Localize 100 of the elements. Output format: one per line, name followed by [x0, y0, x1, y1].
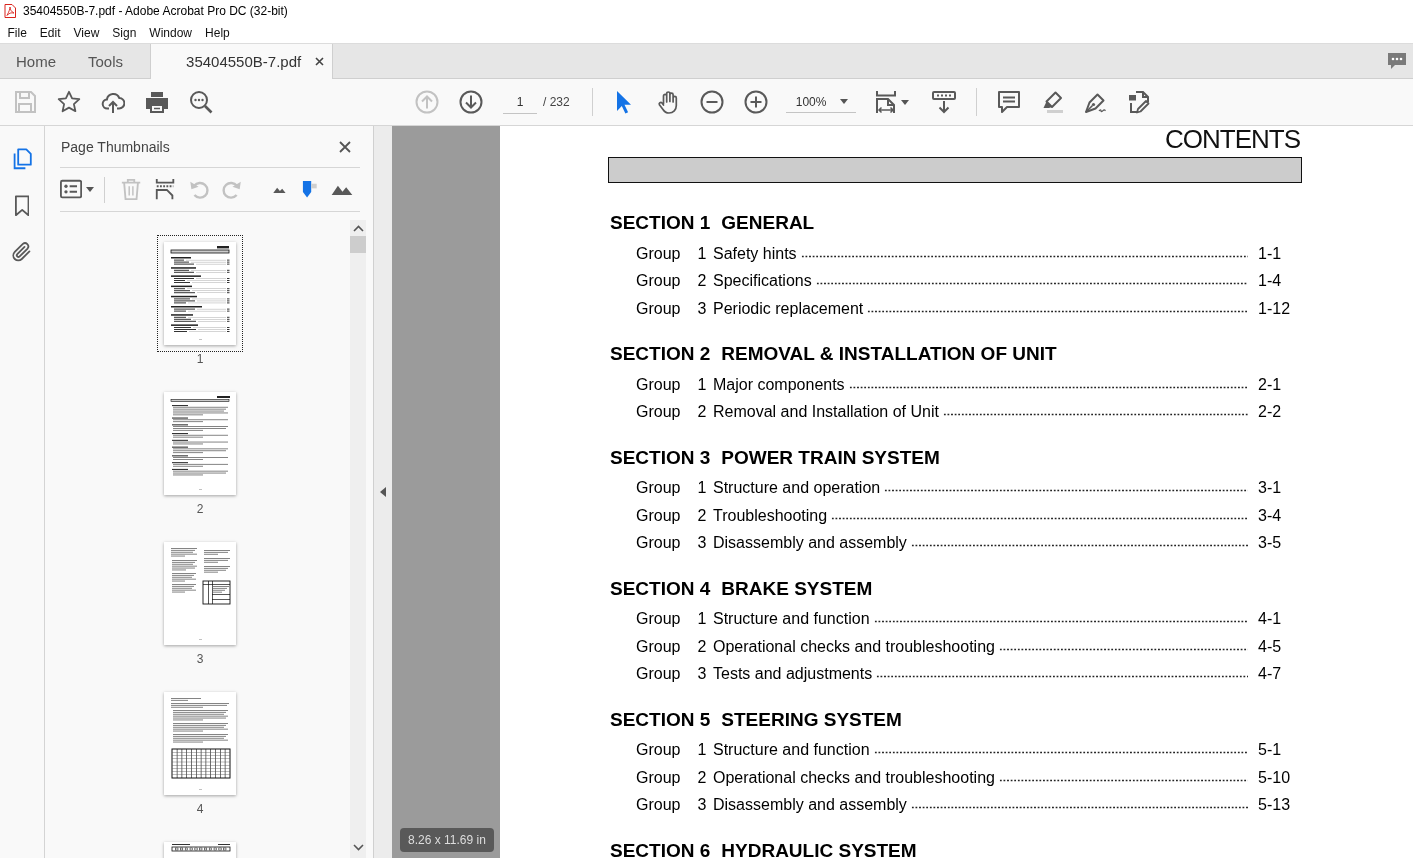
- section-title: POWER TRAIN SYSTEM: [721, 446, 940, 469]
- zoom-out-icon[interactable]: [699, 90, 724, 114]
- group-title: Troubleshooting: [713, 506, 828, 525]
- group-number: 1: [697, 244, 707, 263]
- section-number: SECTION 1: [610, 212, 711, 234]
- group-title: Periodic replacement: [713, 299, 864, 318]
- caret-icon[interactable]: [900, 99, 909, 105]
- page-reference: 1-1: [1258, 244, 1283, 263]
- panel-title: Page Thumbnails: [61, 138, 170, 155]
- page-reference: 2-1: [1258, 375, 1283, 394]
- star-icon[interactable]: [57, 90, 81, 114]
- page-width-icon[interactable]: [873, 90, 898, 114]
- cloud-upload-icon[interactable]: [101, 90, 125, 114]
- page-count: / 232: [543, 95, 570, 109]
- group-label: Group: [636, 768, 682, 787]
- chevron-up-icon[interactable]: [352, 225, 364, 232]
- section-number: SECTION 3: [610, 446, 711, 469]
- scroll-mode-icon[interactable]: [931, 90, 956, 114]
- speech-bubble-icon[interactable]: [996, 90, 1021, 114]
- zoom-in-icon[interactable]: [743, 90, 768, 114]
- page-number-field[interactable]: 1: [503, 90, 537, 114]
- page-size-label: 8.26 x 11.69 in: [400, 828, 494, 852]
- page-number-label: 4: [196, 802, 204, 816]
- bookmark-icon[interactable]: [14, 194, 30, 217]
- section-title: REMOVAL & INSTALLATION OF UNIT: [721, 343, 1057, 365]
- pages-icon[interactable]: [11, 148, 33, 170]
- group-label: Group: [636, 375, 682, 394]
- page-reference: 4-5: [1258, 637, 1283, 656]
- page-thumbnail[interactable]: [164, 392, 236, 495]
- menu-item[interactable]: Help: [198, 25, 237, 40]
- group-number: 1: [697, 610, 707, 629]
- menu-item[interactable]: Window: [142, 25, 199, 40]
- slider-marker-icon[interactable]: [302, 181, 317, 198]
- scrollbar-thumb[interactable]: [350, 236, 366, 253]
- pointer-icon[interactable]: [615, 90, 632, 114]
- group-title: Operational checks and troubleshooting: [713, 768, 995, 787]
- tab[interactable]: Tools: [72, 44, 140, 78]
- group-label: Group: [636, 796, 682, 815]
- close-icon[interactable]: [315, 57, 325, 66]
- tab[interactable]: 35404550B-7.pdf: [150, 44, 334, 79]
- section-title: STEERING SYSTEM: [721, 708, 902, 731]
- section-number: SECTION 5: [610, 708, 711, 731]
- group-title: Disassembly and assembly: [713, 796, 907, 815]
- group-number: 1: [697, 741, 707, 760]
- group-label: Group: [636, 244, 682, 263]
- speech-bubble-icon[interactable]: [1387, 52, 1407, 70]
- page-thumbnail[interactable]: [164, 542, 236, 645]
- small-mountain-icon[interactable]: [273, 185, 287, 194]
- section-title: HYDRAULIC SYSTEM: [721, 839, 917, 858]
- menu-item[interactable]: Edit: [33, 25, 68, 40]
- group-number: 3: [697, 796, 707, 815]
- group-label: Group: [636, 506, 682, 525]
- printer-icon[interactable]: [145, 90, 169, 114]
- pen-nib-icon[interactable]: [1083, 90, 1108, 114]
- section-title: BRAKE SYSTEM: [721, 577, 873, 600]
- document-pencil-icon[interactable]: [1127, 90, 1152, 114]
- page-reference: 2-2: [1258, 403, 1283, 422]
- page-thumbnail[interactable]: [157, 235, 243, 352]
- chevron-down-icon[interactable]: [352, 844, 364, 851]
- group-number: 2: [697, 637, 707, 656]
- group-number: 2: [697, 506, 707, 525]
- page-reference: 4-7: [1258, 665, 1283, 684]
- list-options-icon[interactable]: [60, 178, 83, 201]
- zoom-dropdown[interactable]: 100%: [785, 91, 856, 113]
- search-icon[interactable]: [189, 90, 213, 114]
- page-reference: 3-5: [1258, 534, 1283, 553]
- page-reference: 1-4: [1258, 272, 1283, 291]
- caret-icon[interactable]: [839, 99, 848, 104]
- section-number: SECTION 2: [610, 343, 711, 365]
- group-title: Safety hints: [713, 244, 797, 263]
- group-title: Structure and function: [713, 741, 870, 760]
- page-number-label: 3: [196, 652, 204, 666]
- insert-page-icon[interactable]: [154, 178, 177, 201]
- large-mountain-icon[interactable]: [331, 183, 354, 196]
- group-label: Group: [636, 403, 682, 422]
- group-number: 1: [697, 479, 707, 498]
- triangle-left-icon[interactable]: [380, 487, 386, 497]
- group-label: Group: [636, 637, 682, 656]
- arrow-down-circle-icon[interactable]: [459, 90, 483, 114]
- group-number: 3: [697, 534, 707, 553]
- window-title: 35404550B-7.pdf - Adobe Acrobat Pro DC (32-bit): [23, 4, 288, 18]
- scrollbar-track[interactable]: [350, 220, 366, 858]
- close-icon[interactable]: [339, 140, 351, 153]
- group-title: Structure and function: [713, 610, 870, 629]
- page-reference: 3-1: [1258, 479, 1283, 498]
- page-reference: 5-1: [1258, 741, 1283, 760]
- menu-item[interactable]: Sign: [105, 25, 143, 40]
- menu-item[interactable]: File: [1, 25, 34, 40]
- page-thumbnail[interactable]: [164, 692, 236, 795]
- group-number: 2: [697, 403, 707, 422]
- tab[interactable]: Home: [0, 44, 72, 78]
- menu-item[interactable]: View: [67, 25, 106, 40]
- page-reference: 1-12: [1258, 299, 1292, 318]
- caret-icon[interactable]: [86, 187, 95, 192]
- group-title: Tests and adjustments: [713, 665, 873, 684]
- group-title: Major components: [713, 375, 845, 394]
- group-title: Removal and Installation of Unit: [713, 403, 939, 422]
- group-title: Operational checks and troubleshooting: [713, 637, 995, 656]
- hand-icon[interactable]: [655, 90, 680, 114]
- paperclip-icon[interactable]: [11, 241, 33, 263]
